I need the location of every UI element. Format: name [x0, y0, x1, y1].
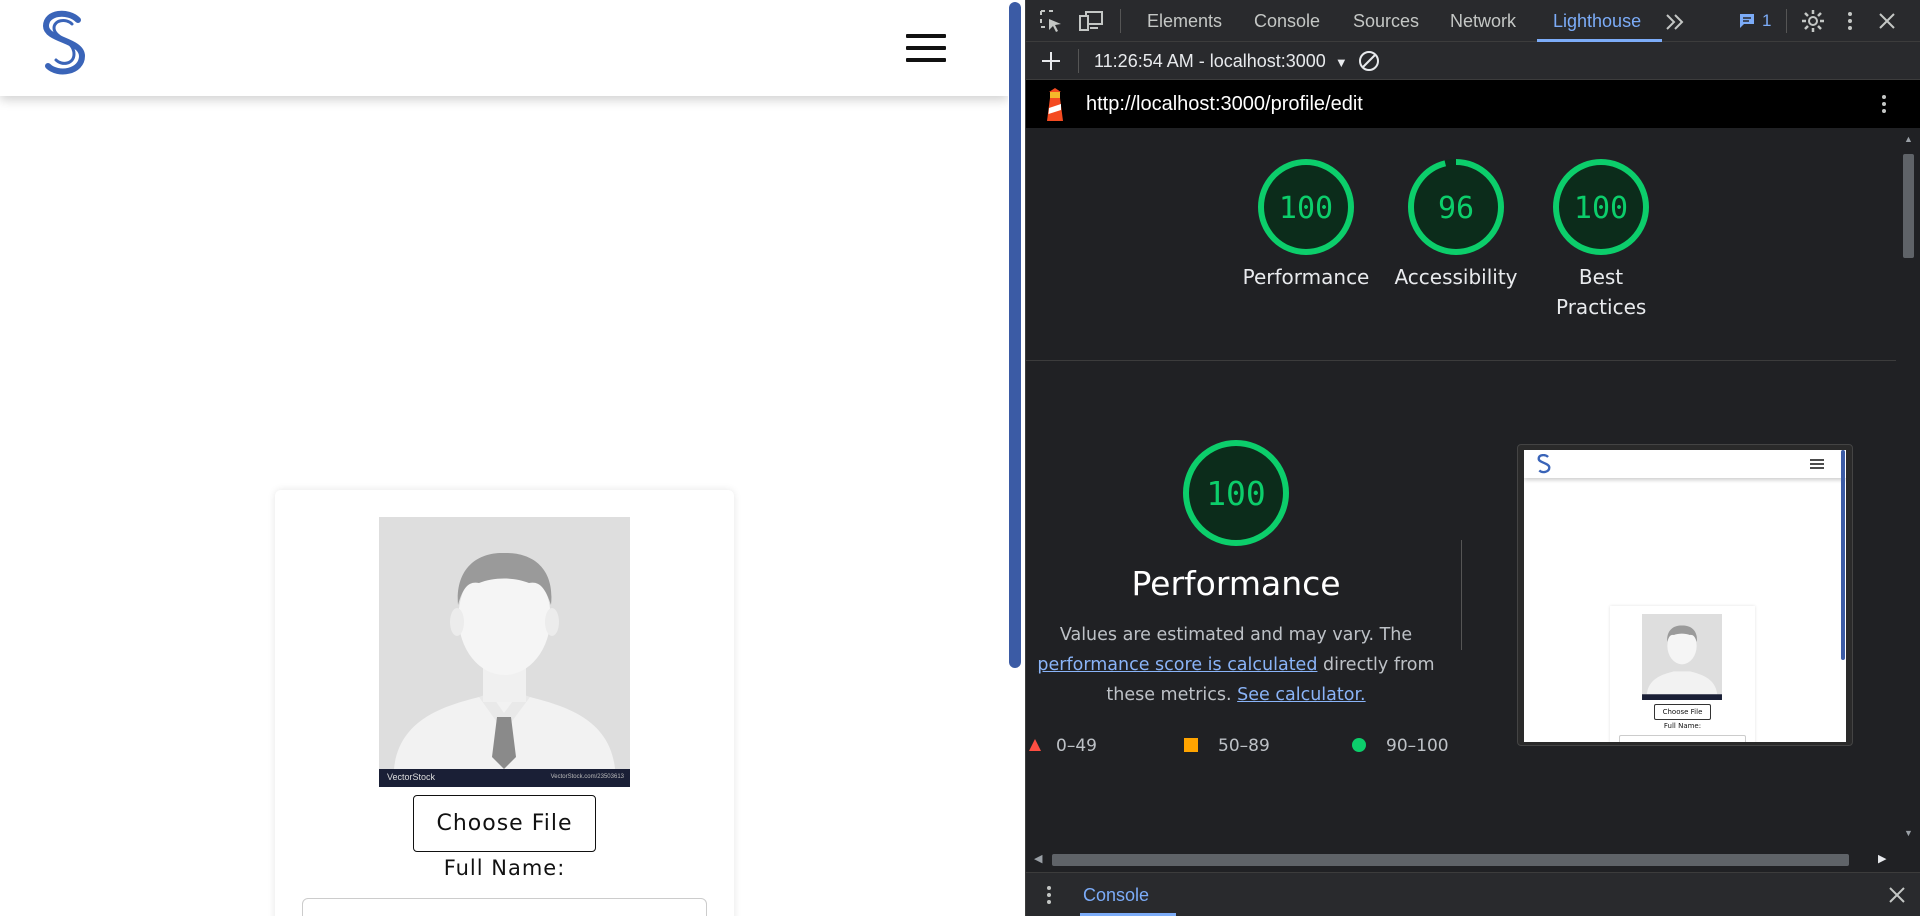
gauge-accessibility[interactable]: 96 Accessibility	[1389, 158, 1523, 292]
performance-big-score: 100	[1206, 474, 1266, 513]
drawer-menu-icon[interactable]	[1036, 882, 1062, 908]
issues-count[interactable]: 1	[1762, 0, 1771, 42]
full-name-input[interactable]	[302, 898, 707, 916]
drawer-tab-console[interactable]: Console	[1083, 873, 1149, 916]
gauge-label-performance: Performance	[1242, 265, 1370, 289]
legend-pass: 90–100	[1352, 736, 1449, 756]
devtools-drawer: Console	[1026, 872, 1920, 916]
gauge-score-accessibility: 96	[1438, 191, 1474, 226]
desc-prefix: Values are estimated and may vary. The	[1059, 625, 1413, 645]
new-report-plus-icon[interactable]	[1038, 48, 1064, 74]
gauge-label-accessibility: Accessibility	[1394, 265, 1518, 289]
full-name-label: Full Name:	[443, 856, 566, 880]
clear-all-icon[interactable]	[1356, 48, 1382, 74]
devtools-toolbar: Elements Console Sources Network Lightho…	[1026, 0, 1920, 42]
square-icon	[1184, 738, 1198, 752]
gauge-score-best-practices: 100	[1574, 191, 1628, 226]
section-divider	[1461, 540, 1462, 650]
gauge-label-best-practices: Best Practices	[1556, 265, 1647, 319]
settings-gear-icon[interactable]	[1800, 8, 1826, 34]
tab-console[interactable]: Console	[1254, 0, 1320, 42]
tab-sources[interactable]: Sources	[1353, 0, 1419, 42]
device-toolbar-icon[interactable]	[1078, 8, 1104, 34]
avatar-watermark-left: VectorStock	[387, 772, 436, 782]
lighthouse-url-bar: http://localhost:3000/profile/edit	[1026, 80, 1920, 128]
thumbnail-choose-file: Choose File	[1654, 704, 1711, 720]
issues-message-icon[interactable]	[1738, 12, 1756, 30]
performance-big-gauge: 100	[1181, 438, 1291, 548]
avatar-watermark-right: VectorStock.com/23503613	[550, 774, 624, 780]
legend-average-range: 50–89	[1218, 736, 1270, 756]
site-logo[interactable]	[38, 10, 90, 78]
legend-average: 50–89	[1184, 736, 1270, 756]
performance-big-gauge-ring: 100	[1183, 440, 1289, 546]
scroll-down-arrow-icon[interactable]: ▼	[1904, 828, 1913, 838]
legend-fail: 0–49	[1028, 736, 1097, 756]
thumbnail-menu-icon	[1810, 459, 1824, 469]
triangle-icon	[1029, 739, 1041, 751]
tab-elements[interactable]: Elements	[1147, 0, 1222, 42]
thumbnail-full-name: Full Name:	[1663, 722, 1702, 730]
tab-lighthouse[interactable]: Lighthouse	[1553, 0, 1641, 42]
performance-description: Values are estimated and may vary. The p…	[1026, 620, 1446, 710]
legend-pass-range: 90–100	[1386, 736, 1449, 756]
see-calculator-link[interactable]: See calculator.	[1237, 685, 1365, 705]
legend-fail-range: 0–49	[1056, 736, 1097, 756]
choose-file-button[interactable]: Choose File	[413, 795, 596, 852]
lighthouse-logo-icon	[1047, 88, 1063, 121]
scroll-right-arrow-icon[interactable]: ▶	[1878, 852, 1886, 865]
tab-network[interactable]: Network	[1450, 0, 1516, 42]
report-menu-icon[interactable]	[1871, 91, 1897, 117]
more-options-icon[interactable]	[1837, 8, 1863, 34]
web-page-viewport: VectorStock VectorStock.com/23503613 Cho…	[0, 0, 1008, 916]
close-drawer-icon[interactable]	[1884, 882, 1910, 908]
thumbnail-page: Choose File Full Name:	[1524, 450, 1846, 742]
report-horizontal-scrollbar[interactable]: ◀ ▶	[1026, 848, 1920, 872]
gauge-ring-accessibility: 96	[1408, 159, 1504, 255]
inspect-element-icon[interactable]	[1038, 8, 1064, 34]
page-scrollbar[interactable]	[1008, 0, 1022, 916]
chevron-double-right-icon[interactable]	[1663, 10, 1689, 36]
lighthouse-toolbar: 11:26:54 AM - localhost:3000 ▼	[1026, 42, 1920, 80]
final-screenshot-thumbnail[interactable]: Choose File Full Name:	[1517, 444, 1853, 746]
gauge-ring-best-practices: 100	[1553, 159, 1649, 255]
scroll-left-arrow-icon[interactable]: ◀	[1034, 852, 1042, 865]
performance-title: Performance	[1131, 564, 1341, 603]
performance-score-link[interactable]: performance score is calculated	[1037, 655, 1317, 675]
profile-avatar-image: VectorStock VectorStock.com/23503613	[379, 517, 630, 787]
close-devtools-icon[interactable]	[1874, 8, 1900, 34]
report-url: http://localhost:3000/profile/edit	[1086, 93, 1363, 115]
report-select-value: 11:26:54 AM - localhost:3000	[1094, 51, 1326, 71]
gauge-ring-performance: 100	[1258, 159, 1354, 255]
thumbnail-avatar	[1642, 614, 1722, 700]
thumbnail-card: Choose File Full Name:	[1610, 606, 1755, 742]
lighthouse-report: 100 Performance 96 Accessibility 100 Bes…	[1026, 128, 1896, 848]
thumbnail-header	[1524, 450, 1846, 478]
devtools-panel: Elements Console Sources Network Lightho…	[1025, 0, 1920, 916]
dropdown-arrow-icon: ▼	[1334, 55, 1348, 70]
scroll-up-arrow-icon[interactable]: ▲	[1904, 134, 1913, 144]
circle-icon	[1352, 738, 1366, 752]
site-header	[0, 0, 1008, 96]
hamburger-menu-icon[interactable]	[904, 32, 948, 64]
gauge-score-performance: 100	[1279, 191, 1333, 226]
profile-edit-card: VectorStock VectorStock.com/23503613 Cho…	[275, 490, 734, 916]
gauge-best-practices[interactable]: 100 Best Practices	[1534, 158, 1668, 322]
gauge-performance[interactable]: 100 Performance	[1239, 158, 1373, 292]
thumbnail-logo	[1537, 454, 1551, 474]
gauges-divider	[1026, 360, 1896, 361]
report-select[interactable]: 11:26:54 AM - localhost:3000 ▼	[1094, 42, 1348, 80]
report-vertical-scrollbar[interactable]: ▲ ▼	[1896, 128, 1920, 848]
